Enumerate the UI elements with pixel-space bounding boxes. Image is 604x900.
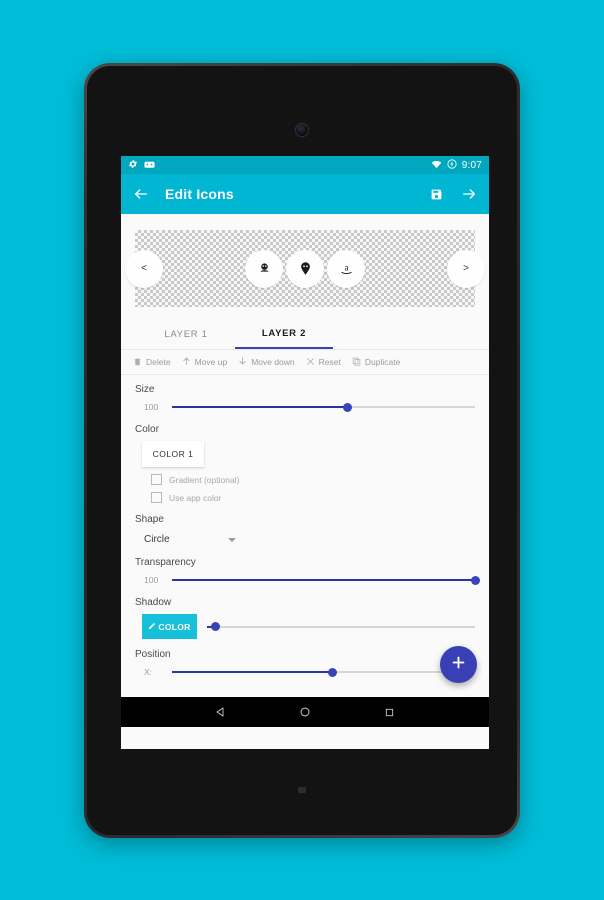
- size-slider-fill: [172, 406, 348, 408]
- move-down-button[interactable]: Move down: [238, 356, 295, 368]
- position-x-slider[interactable]: [172, 666, 475, 678]
- android-head-icon: [144, 156, 155, 174]
- svg-text:a: a: [344, 263, 348, 273]
- preview-app-icon-2[interactable]: [286, 249, 324, 288]
- duplicate-button[interactable]: Duplicate: [352, 357, 400, 368]
- shape-select[interactable]: Circle: [142, 531, 236, 548]
- back-button[interactable]: [215, 706, 227, 718]
- gear-icon: [128, 156, 138, 174]
- transparency-slider-row: 100: [135, 574, 480, 586]
- transparency-label: Transparency: [135, 557, 196, 568]
- tab-layer-2[interactable]: LAYER 2: [235, 319, 333, 349]
- shadow-color-label: COLOR: [158, 621, 191, 632]
- shadow-color-button[interactable]: COLOR: [142, 614, 197, 639]
- preview-next-button[interactable]: >: [447, 249, 485, 288]
- preview-app-icon-3[interactable]: a: [327, 249, 365, 288]
- plus-icon: [450, 654, 467, 676]
- layer-action-toolbar: Delete Move up Move down Reset Duplicate: [121, 349, 489, 375]
- transparency-slider[interactable]: [172, 574, 480, 586]
- position-x-slider-row: X:: [135, 666, 475, 678]
- device-led-indicator: [298, 787, 306, 793]
- use-app-color-checkbox-row[interactable]: Use app color: [151, 492, 475, 503]
- wifi-icon: [431, 156, 442, 174]
- transparency-value: 100: [144, 575, 159, 585]
- app-bar-actions: [430, 186, 477, 202]
- move-up-label: Move up: [194, 357, 228, 367]
- move-up-button[interactable]: Move up: [182, 356, 228, 368]
- status-bar-clock: 9:07: [461, 159, 482, 171]
- page-title: Edit Icons: [165, 186, 234, 202]
- shadow-row: COLOR: [135, 614, 475, 639]
- transparency-checkerboard-canvas: < a >: [125, 230, 485, 307]
- status-bar-right-icons: 9:07: [431, 156, 482, 174]
- preview-icon-row: a: [135, 249, 475, 288]
- gradient-checkbox-row[interactable]: Gradient (optional): [151, 474, 475, 485]
- size-slider-thumb[interactable]: [343, 402, 353, 412]
- color-label: Color: [135, 424, 159, 435]
- layer-tabs: LAYER 1 LAYER 2: [121, 319, 489, 349]
- transparency-slider-thumb[interactable]: [470, 575, 480, 585]
- arrow-down-icon: [238, 356, 247, 368]
- reset-button[interactable]: Reset: [306, 357, 341, 368]
- close-x-icon: [306, 357, 315, 368]
- shadow-slider[interactable]: [207, 621, 475, 633]
- layer-settings-panel: Size 100 Color COLOR 1 Gradient (optiona…: [121, 375, 489, 697]
- duplicate-icon: [352, 357, 361, 368]
- arrow-right-icon[interactable]: [461, 186, 477, 202]
- size-slider-row: 100: [135, 401, 475, 413]
- app-bar: Edit Icons: [121, 174, 489, 214]
- chevron-down-icon: [228, 537, 236, 542]
- tab-layer-1[interactable]: LAYER 1: [137, 319, 235, 349]
- add-layer-fab[interactable]: [440, 646, 477, 683]
- battery-charging-icon: [447, 156, 457, 174]
- trash-icon: [133, 357, 142, 368]
- status-bar: 9:07: [121, 156, 489, 174]
- transparency-slider-fill: [172, 579, 475, 581]
- back-arrow-icon[interactable]: [133, 186, 149, 202]
- shadow-slider-track: [207, 625, 475, 628]
- home-button[interactable]: [299, 706, 311, 718]
- shadow-label: Shadow: [135, 597, 172, 608]
- device-screen-bezel: 9:07 Edit Icons < a > LAYER 1 LAYER 2 De…: [87, 66, 517, 835]
- android-navigation-bar: [121, 697, 489, 727]
- reset-label: Reset: [318, 357, 341, 367]
- front-camera-icon: [296, 124, 308, 136]
- move-down-label: Move down: [251, 357, 295, 367]
- shadow-slider-thumb[interactable]: [210, 622, 220, 631]
- tablet-device-frame: 9:07 Edit Icons < a > LAYER 1 LAYER 2 De…: [84, 63, 520, 838]
- preview-app-icon-1[interactable]: [245, 249, 283, 288]
- size-slider[interactable]: [172, 401, 475, 413]
- status-bar-left-icons: [128, 156, 155, 174]
- gradient-checkbox[interactable]: [151, 474, 162, 485]
- delete-label: Delete: [146, 357, 171, 367]
- recents-button[interactable]: [384, 707, 395, 718]
- shape-selected-value: Circle: [144, 534, 170, 545]
- position-x-slider-thumb[interactable]: [328, 667, 338, 677]
- color-1-button[interactable]: COLOR 1: [142, 441, 204, 467]
- size-value: 100: [144, 402, 159, 412]
- delete-button[interactable]: Delete: [133, 357, 171, 368]
- pencil-icon: [148, 622, 156, 632]
- duplicate-label: Duplicate: [364, 357, 401, 367]
- position-x-slider-fill: [172, 671, 333, 673]
- use-app-color-checkbox[interactable]: [151, 492, 162, 503]
- position-label: Position: [135, 649, 171, 660]
- use-app-color-label: Use app color: [169, 492, 222, 503]
- size-label: Size: [135, 384, 155, 395]
- app-screen: 9:07 Edit Icons < a > LAYER 1 LAYER 2 De…: [121, 156, 489, 749]
- save-icon[interactable]: [430, 188, 443, 201]
- arrow-up-icon: [182, 356, 191, 368]
- preview-area: < a >: [121, 214, 489, 319]
- gradient-label: Gradient (optional): [169, 474, 240, 485]
- position-axis-label: X:: [144, 667, 153, 677]
- shape-label: Shape: [135, 514, 164, 525]
